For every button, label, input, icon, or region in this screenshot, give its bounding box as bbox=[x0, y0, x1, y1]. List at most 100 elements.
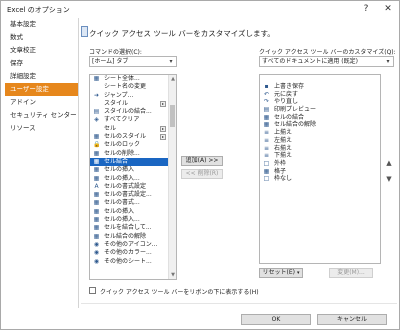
list-item-label: スタイルの結合... bbox=[104, 108, 152, 116]
list-item-label: セルの挿入... bbox=[104, 174, 140, 182]
help-icon[interactable]: ? bbox=[357, 2, 375, 16]
commands-list[interactable]: ▦ シート全体... シート名の変更 ➜ ジャンプ... スタイル ▸ ▤ スタイルの結合...… bbox=[89, 74, 177, 280]
customize-label: クイック アクセス ツール バーのカスタマイズ(Q): bbox=[259, 49, 396, 56]
move-up-icon[interactable]: ▲ bbox=[384, 158, 394, 168]
list-item[interactable]: スタイル ▸ bbox=[90, 100, 176, 108]
window-title: Excel のオプション bbox=[7, 6, 70, 14]
options-dialog: Excel のオプション ? ✕ 基本設定 数式 文章校正 保存 詳細設定 ユーザー設定ア… bbox=[0, 0, 400, 330]
list-item-label: セルを結合して... bbox=[104, 224, 152, 232]
list-item[interactable]: ▦ セル結合の解除 bbox=[260, 121, 380, 129]
list-item[interactable]: ≡ 左揃え bbox=[260, 137, 380, 145]
title-bar: Excel のオプション ? ✕ bbox=[1, 1, 399, 17]
list-item-label: セルの結合 bbox=[274, 113, 305, 121]
list-item[interactable]: ▦ セルの書式... bbox=[90, 199, 176, 207]
sidebar-item[interactable]: アドイン bbox=[5, 96, 78, 109]
list-item-label: その他のシート... bbox=[104, 257, 152, 265]
list-item[interactable]: ▤ 印刷プレビュー bbox=[260, 106, 380, 114]
show-below-ribbon-checkbox[interactable] bbox=[89, 287, 96, 294]
list-item-label: 枠なし bbox=[274, 175, 293, 183]
toolbar-commands-list[interactable]: ▪ 上書き保存 ↶ 元に戻す ↷ やり直し ▤ 印刷プレビュー ▦ セルの結合 ▦ セル結合の解除 ≡ 上… bbox=[259, 74, 381, 264]
list-item[interactable]: ◉ その他のアイコン... bbox=[90, 241, 176, 249]
list-item-label: 格子 bbox=[274, 167, 287, 175]
command-icon: ▦ bbox=[93, 232, 100, 240]
list-item-label: セルの挿入... bbox=[104, 216, 140, 224]
list-item[interactable]: ↷ やり直し bbox=[260, 98, 380, 106]
list-item-label: 下揃え bbox=[274, 152, 293, 160]
command-icon: ▦ bbox=[263, 121, 270, 129]
list-item[interactable]: ◈ すべてクリア bbox=[90, 116, 176, 124]
sidebar-item[interactable]: 保存 bbox=[5, 57, 78, 70]
modify-button[interactable]: 変更(M)... bbox=[329, 268, 373, 278]
command-icon: ↶ bbox=[263, 90, 270, 98]
list-item[interactable]: ▦ セルのスタイル ▸ bbox=[90, 133, 176, 141]
list-item[interactable]: ▪ 上書き保存 bbox=[260, 83, 380, 91]
page-heading: クイック アクセス ツール バーをカスタマイズします。 bbox=[89, 29, 275, 38]
list-item[interactable]: ▦ セルの挿入... bbox=[90, 175, 176, 183]
submenu-icon: ▸ bbox=[160, 100, 166, 107]
customize-select[interactable]: すべてのドキュメントに適用 (既定) ▾ bbox=[259, 56, 394, 67]
command-icon bbox=[93, 101, 100, 107]
list-item[interactable]: ≡ 下揃え bbox=[260, 152, 380, 160]
list-item[interactable]: ◉ その他のカラー... bbox=[90, 249, 176, 257]
list-item-label: セル結合の解除 bbox=[104, 232, 147, 240]
command-icon bbox=[93, 126, 100, 132]
command-icon: ◈ bbox=[94, 116, 99, 124]
scroll-thumb[interactable] bbox=[170, 105, 175, 127]
list-item[interactable]: セル ▸ bbox=[90, 125, 176, 133]
list-item-label: スタイル bbox=[104, 99, 129, 107]
list-item[interactable]: ▦ セル結合の解除 bbox=[90, 233, 176, 241]
list-item-label: セルの書式... bbox=[104, 199, 140, 207]
command-icon: ▦ bbox=[93, 191, 100, 199]
list-item-label: セルの書式設定... bbox=[104, 191, 152, 199]
show-below-ribbon-label: クイック アクセス ツール バーをリボンの下に表示する(H) bbox=[100, 289, 259, 296]
list-item[interactable]: 🔒 セルのロック bbox=[90, 141, 176, 149]
list-item-label: 上書き保存 bbox=[274, 83, 305, 90]
list-item[interactable]: ▦ セルを結合して... bbox=[90, 224, 176, 232]
command-icon: □ bbox=[263, 159, 270, 167]
list-item-label: 左揃え bbox=[274, 136, 293, 144]
submenu-icon: ▸ bbox=[160, 134, 166, 141]
remove-button[interactable]: << 削除(R) bbox=[181, 169, 223, 179]
sidebar-item[interactable]: 詳細設定 bbox=[5, 70, 78, 83]
sidebar-item[interactable]: リソース bbox=[5, 122, 78, 135]
command-icon: ▦ bbox=[93, 224, 100, 232]
sidebar-item[interactable]: セキュリティ センター bbox=[5, 109, 78, 122]
close-icon[interactable]: ✕ bbox=[379, 2, 397, 16]
list-item[interactable]: ◉ その他のシート... bbox=[90, 258, 176, 266]
sidebar: 基本設定 数式 文章校正 保存 詳細設定 ユーザー設定 アドイン セキュリティ センター リソー… bbox=[5, 18, 79, 308]
commands-list-scrollbar[interactable]: ▲ ▼ bbox=[168, 75, 176, 279]
list-item[interactable]: □ 枠なし bbox=[260, 175, 380, 183]
list-item[interactable]: A セルの書式設定 bbox=[90, 183, 176, 191]
list-item-label: 上揃え bbox=[274, 129, 293, 137]
reset-button[interactable]: リセット(E) ▾ bbox=[259, 268, 303, 278]
sidebar-item[interactable]: 数式 bbox=[5, 31, 78, 44]
sidebar-item[interactable]: ユーザー設定 bbox=[5, 83, 78, 96]
list-item[interactable]: ≡ 上揃え bbox=[260, 129, 380, 137]
list-item[interactable]: ▤ スタイルの結合... bbox=[90, 108, 176, 116]
list-item-label: シート全体... bbox=[104, 75, 140, 82]
command-icon: ◉ bbox=[93, 240, 100, 248]
sidebar-item[interactable]: 文章校正 bbox=[5, 44, 78, 57]
move-down-icon[interactable]: ▼ bbox=[384, 174, 394, 184]
list-item[interactable]: シート名の変更 bbox=[90, 83, 176, 91]
command-icon: ▦ bbox=[93, 75, 100, 82]
cancel-button[interactable]: キャンセル bbox=[317, 314, 387, 325]
command-icon: ≡ bbox=[263, 152, 270, 160]
sidebar-item[interactable]: 基本設定 bbox=[5, 18, 78, 31]
list-item[interactable]: ▦ セルの挿入 bbox=[90, 166, 176, 174]
ok-button[interactable]: OK bbox=[241, 314, 311, 325]
list-item[interactable]: ➜ ジャンプ... bbox=[90, 92, 176, 100]
list-item-label: セル結合 bbox=[104, 157, 129, 165]
command-icon: ➜ bbox=[93, 91, 100, 99]
command-icon: ▤ bbox=[93, 108, 100, 116]
scroll-up-icon[interactable]: ▲ bbox=[169, 75, 176, 83]
list-item[interactable]: ▦ セルの削除... bbox=[90, 150, 176, 158]
list-item-label: セルの書式設定 bbox=[104, 182, 147, 190]
command-icon: ▦ bbox=[93, 166, 100, 174]
scroll-down-icon[interactable]: ▼ bbox=[169, 271, 176, 279]
commands-select[interactable]: [ホーム] タブ ▾ bbox=[89, 56, 177, 67]
add-button[interactable]: 追加(A) >> bbox=[181, 156, 223, 166]
list-item[interactable]: □ 外枠 bbox=[260, 160, 380, 168]
list-item[interactable]: ▦ セルの挿入 bbox=[90, 208, 176, 216]
command-icon: ◉ bbox=[93, 249, 100, 257]
